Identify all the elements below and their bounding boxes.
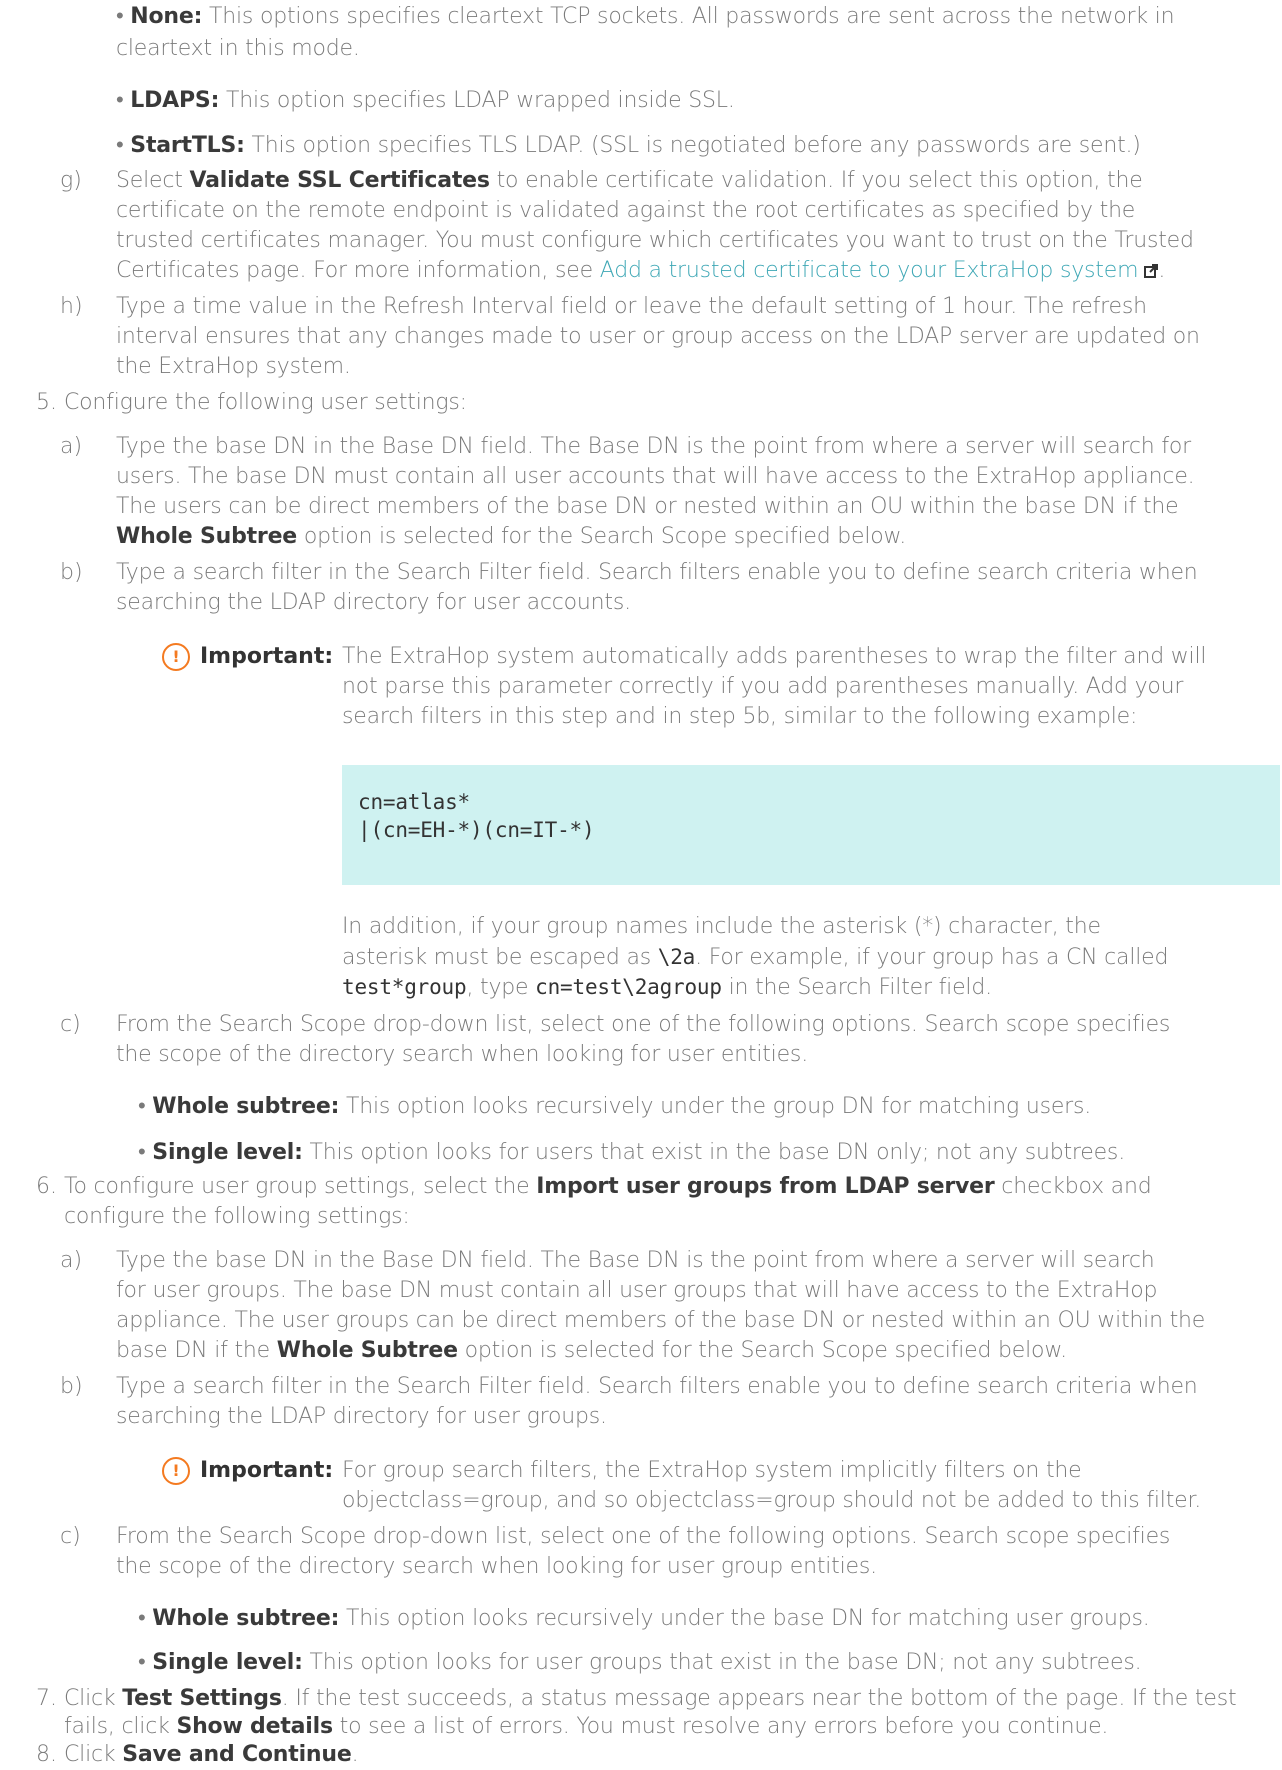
step-6b-line2: searching the LDAP directory for user gr… <box>116 1404 607 1429</box>
external-link-icon[interactable] <box>1144 257 1159 278</box>
step-6b-line1: Type a search filter in the Search Filte… <box>116 1374 1198 1399</box>
step-6c-line1: From the Search Scope drop-down list, se… <box>116 1524 1171 1549</box>
step-8-number: 8. <box>36 1742 57 1767</box>
bullet-none-cont: cleartext in this mode. <box>116 36 360 61</box>
bullet-ldaps: • LDAPS: This option specifies LDAP wrap… <box>116 88 735 113</box>
important-label: Important: <box>200 644 334 669</box>
step-6a-marker: a) <box>60 1248 83 1273</box>
step-h-line3: the ExtraHop system. <box>116 354 351 379</box>
step-g-line1: Select Validate SSL Certificates to enab… <box>116 168 1143 193</box>
step-5a-line4: Whole Subtree option is selected for the… <box>116 524 907 549</box>
step-5b-marker: b) <box>60 560 83 585</box>
step-6a-line1: Type the base DN in the Base DN field. T… <box>116 1248 1155 1273</box>
bullet-5c-single-level: • Single level: This option looks for us… <box>138 1140 1125 1165</box>
bullet-6c-single-level: • Single level: This option looks for us… <box>138 1650 1142 1675</box>
step-g-line2: certificate on the remote endpoint is va… <box>116 198 1136 223</box>
step-5b-line2: searching the LDAP directory for user ac… <box>116 590 631 615</box>
after-code-line2: asterisk must be escaped as \2a. For exa… <box>342 945 1169 970</box>
step-7-line1: Click Test Settings. If the test succeed… <box>64 1686 1237 1711</box>
bullet-none: • None: This options specifies cleartext… <box>116 4 1175 29</box>
step-5a-marker: a) <box>60 434 83 459</box>
step-5c-marker: c) <box>60 1012 81 1037</box>
step-g-line4: Certificates page. For more information,… <box>116 257 1166 283</box>
step-6-number: 6. <box>36 1174 57 1199</box>
bullet-6c-whole-subtree: • Whole subtree: This option looks recur… <box>138 1606 1150 1631</box>
after-code-line3: test*group, type cn=test\2agroup in the … <box>342 975 992 1000</box>
step-5a-line2: users. The base DN must contain all user… <box>116 464 1195 489</box>
step-5c-line1: From the Search Scope drop-down list, se… <box>116 1012 1171 1037</box>
step-7-line2: fails, click Show details to see a list … <box>64 1714 1109 1739</box>
important-icon: ! <box>162 1457 190 1485</box>
step-5b-line1: Type a search filter in the Search Filte… <box>116 560 1198 585</box>
step-6-line2: configure the following settings: <box>64 1204 410 1229</box>
code-line-2: |(cn=EH-*)(cn=IT-*) <box>358 818 595 842</box>
step-h-marker: h) <box>60 294 83 319</box>
step-g-marker: g) <box>60 168 82 193</box>
step-6-line1: To configure user group settings, select… <box>64 1174 1152 1199</box>
step-5-number: 5. <box>36 390 57 415</box>
step-5c-line2: the scope of the directory search when l… <box>116 1042 808 1067</box>
step-5a-line1: Type the base DN in the Base DN field. T… <box>116 434 1191 459</box>
step-6b-marker: b) <box>60 1374 83 1399</box>
trusted-certificate-link[interactable]: Add a trusted certificate to your ExtraH… <box>600 258 1139 283</box>
step-5-text: Configure the following user settings: <box>64 390 467 415</box>
code-line-1: cn=atlas* <box>358 790 470 814</box>
step-7-number: 7. <box>36 1686 57 1711</box>
important-icon: ! <box>162 643 190 671</box>
step-8-line1: Click Save and Continue. <box>64 1742 359 1767</box>
important-5b-line3: search filters in this step and in step … <box>342 704 1138 729</box>
bullet-starttls: • StartTLS: This option specifies TLS LD… <box>116 133 1141 158</box>
important-5b-line2: not parse this parameter correctly if yo… <box>342 674 1184 699</box>
step-h-line1: Type a time value in the Refresh Interva… <box>116 294 1147 319</box>
step-5a-line3: The users can be direct members of the b… <box>116 494 1179 519</box>
after-code-line1: In addition, if your group names include… <box>342 914 1101 939</box>
step-6a-line2: for user groups. The base DN must contai… <box>116 1278 1158 1303</box>
step-6a-line4: base DN if the Whole Subtree option is s… <box>116 1338 1067 1363</box>
important-6b-line2: objectclass=group, and so objectclass=gr… <box>342 1488 1202 1513</box>
step-6c-marker: c) <box>60 1524 81 1549</box>
step-6c-line2: the scope of the directory search when l… <box>116 1554 877 1579</box>
important-5b-line1: The ExtraHop system automatically adds p… <box>342 644 1207 669</box>
step-h-line2: interval ensures that any changes made t… <box>116 324 1200 349</box>
step-g-line3: trusted certificates manager. You must c… <box>116 228 1194 253</box>
step-6a-line3: appliance. The user groups can be direct… <box>116 1308 1206 1333</box>
important-6b-line1: For group search filters, the ExtraHop s… <box>342 1458 1082 1483</box>
important-label: Important: <box>200 1458 334 1483</box>
bullet-5c-whole-subtree: • Whole subtree: This option looks recur… <box>138 1094 1092 1119</box>
